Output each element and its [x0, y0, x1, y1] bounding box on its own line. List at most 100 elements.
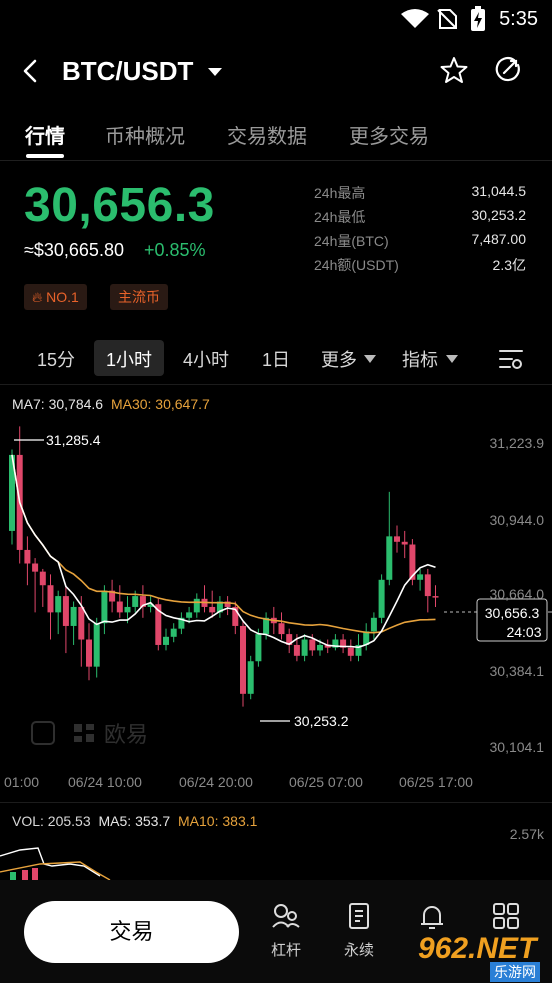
period-1d[interactable]: 1日	[262, 346, 290, 372]
volume-chart	[0, 847, 111, 880]
candle-body	[39, 571, 46, 586]
wifi-icon	[401, 9, 429, 28]
period-15m[interactable]: 15分	[37, 346, 75, 372]
candlestick-chart[interactable]: 欧易 31,285.4 30,253.2 30,656.3 24:03	[0, 384, 552, 800]
tab-bar: 行情 币种概况 交易数据 更多交易	[0, 104, 552, 161]
countdown: 24:03	[506, 624, 541, 640]
indicator-caret-icon	[446, 355, 458, 363]
nav-leverage[interactable]: 杠杆	[256, 902, 316, 960]
candle-body	[209, 606, 216, 613]
status-bar: 5:35	[0, 0, 552, 38]
nav-menu[interactable]	[476, 902, 536, 935]
candle-body	[24, 549, 31, 564]
trade-button[interactable]: 交易	[24, 901, 239, 963]
candle-body	[163, 636, 169, 645]
vol-ma5: MA5: 353.7	[98, 813, 171, 829]
candle-body	[255, 634, 262, 662]
flame-icon: 🔥︎	[32, 289, 43, 305]
candle-body	[347, 647, 354, 656]
x-tick: 06/24 10:00	[68, 774, 142, 790]
stat-value-volume: 7,487.00	[471, 231, 527, 247]
price-change: +0.85%	[144, 240, 206, 260]
low-annotation: 30,253.2	[294, 713, 349, 729]
period-indicators[interactable]: 指标	[402, 346, 438, 372]
candle-body	[309, 639, 316, 651]
usd-price: ≈$30,665.80	[24, 240, 124, 260]
stat-value-low: 30,253.2	[471, 207, 527, 223]
y-tick: 30,104.1	[489, 739, 545, 755]
candle-body	[32, 563, 39, 572]
leverage-icon	[272, 904, 300, 928]
tab-active-indicator	[26, 154, 64, 158]
period-selector: 15分 1小时 4小时 1日 更多 指标	[0, 340, 552, 378]
candle-body	[417, 574, 424, 580]
site-watermark: 962.NET 乐游网	[414, 932, 548, 982]
candle-body	[47, 585, 54, 613]
period-more[interactable]: 更多	[321, 346, 357, 372]
candle-body	[317, 644, 323, 651]
candle-body	[78, 606, 85, 640]
candle-body	[401, 541, 408, 545]
no-sim-icon	[437, 9, 457, 29]
back-icon[interactable]	[20, 58, 40, 84]
status-time: 5:35	[499, 8, 538, 30]
stat-value-amount: 2.3亿	[492, 257, 526, 273]
candle-body	[70, 606, 77, 626]
watermark-logo: 欧易	[31, 721, 148, 748]
site-watermark-sub: 乐游网	[490, 962, 540, 982]
candle-body	[432, 596, 439, 598]
candle-body	[378, 579, 385, 618]
x-tick: 06/25 07:00	[289, 774, 363, 790]
candle-body	[62, 596, 69, 626]
stat-label-high: 24h最高	[314, 185, 366, 201]
period-4h[interactable]: 4小时	[183, 346, 229, 372]
x-tick: 06/24 20:00	[179, 774, 253, 790]
stat-label-volume: 24h量(BTC)	[314, 233, 389, 249]
tab-trade-data[interactable]: 交易数据	[227, 120, 307, 149]
candle-body	[124, 606, 131, 613]
candle-body	[278, 623, 285, 635]
tab-coin-overview[interactable]: 币种概况	[105, 120, 185, 149]
candle-body	[55, 596, 62, 613]
divider	[0, 802, 552, 803]
y-tick: 30,944.0	[489, 512, 545, 528]
candle-body	[186, 612, 193, 618]
period-1h[interactable]: 1小时	[106, 346, 152, 372]
tab-more-trade[interactable]: 更多交易	[349, 120, 429, 149]
candle-body	[293, 644, 300, 656]
candle-body	[86, 639, 92, 667]
candle-body	[240, 625, 246, 694]
category-badge: 主流币	[110, 284, 168, 310]
stat-label-low: 24h最低	[314, 209, 366, 225]
y-tick: 31,223.9	[489, 435, 545, 451]
perpetual-icon	[349, 903, 369, 929]
candle-body	[101, 590, 108, 624]
stat-label-amount: 24h额(USDT)	[314, 257, 399, 273]
chart-settings-icon[interactable]	[498, 348, 524, 370]
candle-body	[193, 598, 200, 613]
vol-value: VOL: 205.53	[12, 813, 91, 829]
candle-body	[386, 536, 393, 580]
candle-body	[424, 574, 431, 597]
nav-alerts[interactable]	[402, 902, 462, 935]
candle-body	[116, 601, 123, 613]
site-watermark-brand: 962.NET	[418, 932, 537, 965]
watermark-text: 欧易	[104, 723, 148, 748]
battery-charging-icon	[471, 6, 485, 31]
candle-body	[132, 596, 139, 607]
star-icon[interactable]	[440, 56, 468, 84]
stat-value-high: 31,044.5	[471, 183, 527, 199]
candle-body	[394, 536, 400, 542]
tab-market[interactable]: 行情	[25, 120, 65, 149]
nav-perpetual[interactable]: 永续	[329, 902, 389, 960]
pair-title[interactable]: BTC/USDT	[62, 56, 193, 87]
x-tick: 01:00	[4, 774, 40, 790]
grid-icon	[493, 903, 519, 929]
caret-down-icon[interactable]	[207, 66, 223, 78]
last-price: 30,656.3	[24, 179, 215, 232]
share-chart-icon[interactable]	[495, 56, 523, 84]
candle-body	[301, 639, 308, 656]
vol-ma10: MA10: 383.1	[178, 813, 258, 829]
price-tag: 30,656.3	[485, 605, 540, 621]
top-bar: BTC/USDT	[0, 40, 552, 104]
